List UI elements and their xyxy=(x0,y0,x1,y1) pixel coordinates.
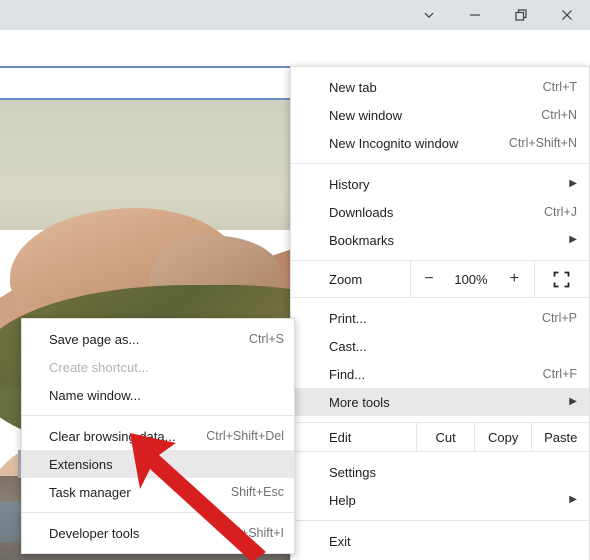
menu-item-label: Save page as... xyxy=(49,331,140,347)
chrome-main-menu: New tab Ctrl+T New window Ctrl+N New Inc… xyxy=(287,66,590,560)
zoom-out-button[interactable]: − xyxy=(410,260,447,298)
submenu-separator xyxy=(22,415,294,416)
close-icon[interactable] xyxy=(544,0,590,30)
paste-button[interactable]: Paste xyxy=(531,422,589,452)
tab-search-icon[interactable] xyxy=(406,0,452,30)
menu-item-accel: Ctrl+Shift+Del xyxy=(206,429,284,443)
menu-item-label: Task manager xyxy=(49,484,131,500)
menu-item-help[interactable]: Help ▶ xyxy=(291,486,589,514)
menu-item-accel: Ctrl+J xyxy=(544,205,577,219)
menu-item-accel: Ctrl+Shift+I xyxy=(221,526,284,540)
cut-button[interactable]: Cut xyxy=(416,422,474,452)
menu-item-new-incognito-window[interactable]: New Incognito window Ctrl+Shift+N xyxy=(291,129,589,157)
zoom-in-button[interactable]: + xyxy=(495,260,534,298)
menu-item-more-tools[interactable]: More tools ▶ xyxy=(287,388,589,416)
menu-item-label: Help xyxy=(329,492,356,508)
menu-item-label: Print... xyxy=(329,310,367,326)
menu-item-accel: Ctrl+S xyxy=(248,332,284,346)
menu-item-label: Bookmarks xyxy=(329,232,395,248)
menu-item-accel: Ctrl+P xyxy=(541,311,577,325)
menu-separator xyxy=(291,520,589,521)
menu-item-exit[interactable]: Exit xyxy=(291,527,589,555)
menu-separator xyxy=(291,163,589,164)
menu-item-new-tab[interactable]: New tab Ctrl+T xyxy=(291,73,589,101)
chevron-right-icon: ▶ xyxy=(569,234,577,245)
menu-item-print[interactable]: Print... Ctrl+P xyxy=(291,304,589,332)
menu-item-accel: Ctrl+F xyxy=(542,367,577,381)
menu-item-label: Extensions xyxy=(49,456,113,472)
submenu-separator xyxy=(22,512,294,513)
submenu-item-extensions[interactable]: Extensions xyxy=(18,450,294,478)
menu-item-label: Downloads xyxy=(329,204,394,220)
edit-row: Edit Cut Copy Paste xyxy=(291,422,589,452)
menu-item-find[interactable]: Find... Ctrl+F xyxy=(291,360,589,388)
zoom-row: Zoom − 100% + xyxy=(291,260,589,298)
chevron-right-icon: ▶ xyxy=(569,396,577,407)
menu-item-label: Cast... xyxy=(329,338,367,354)
zoom-label: Zoom xyxy=(329,271,363,287)
menu-item-label: Clear browsing data... xyxy=(49,428,176,444)
menu-item-history[interactable]: History ▶ xyxy=(291,170,589,198)
submenu-item-create-shortcut: Create shortcut... xyxy=(22,353,294,381)
menu-item-cast[interactable]: Cast... xyxy=(291,332,589,360)
copy-button[interactable]: Copy xyxy=(473,422,532,452)
title-bar xyxy=(0,0,590,30)
menu-item-settings[interactable]: Settings xyxy=(291,458,589,486)
more-tools-submenu: Save page as... Ctrl+S Create shortcut..… xyxy=(18,318,295,554)
menu-item-label: Exit xyxy=(329,533,351,549)
menu-item-label: Name window... xyxy=(49,387,141,403)
restore-icon[interactable] xyxy=(498,0,544,30)
chevron-right-icon: ▶ xyxy=(569,494,577,505)
browser-window: New tab Ctrl+T New window Ctrl+N New Inc… xyxy=(0,0,590,560)
menu-item-label: More tools xyxy=(329,394,390,410)
menu-item-label: Developer tools xyxy=(49,525,140,541)
menu-item-label: Create shortcut... xyxy=(49,359,149,375)
submenu-item-save-page-as[interactable]: Save page as... Ctrl+S xyxy=(22,325,294,353)
menu-item-label: History xyxy=(329,176,370,192)
menu-item-label: New window xyxy=(329,107,402,123)
submenu-item-name-window[interactable]: Name window... xyxy=(22,381,294,409)
menu-item-downloads[interactable]: Downloads Ctrl+J xyxy=(291,198,589,226)
window-controls xyxy=(406,0,590,30)
menu-item-accel: Ctrl+N xyxy=(541,108,577,122)
menu-item-accel: Shift+Esc xyxy=(230,485,284,499)
menu-item-accel: Ctrl+Shift+N xyxy=(508,136,577,150)
menu-spacer xyxy=(291,555,589,560)
menu-item-bookmarks[interactable]: Bookmarks ▶ xyxy=(291,226,589,254)
zoom-level-value: 100% xyxy=(454,271,488,287)
menu-item-new-window[interactable]: New window Ctrl+N xyxy=(291,101,589,129)
menu-item-label: New tab xyxy=(329,79,377,95)
minimize-icon[interactable] xyxy=(452,0,498,30)
submenu-item-task-manager[interactable]: Task manager Shift+Esc xyxy=(22,478,294,506)
menu-item-label: Find... xyxy=(329,366,366,382)
menu-item-label: Settings xyxy=(329,464,376,480)
menu-item-label: New Incognito window xyxy=(329,135,459,151)
fullscreen-icon[interactable] xyxy=(533,260,589,298)
edit-label: Edit xyxy=(329,429,352,445)
chevron-right-icon: ▶ xyxy=(569,178,577,189)
submenu-item-developer-tools[interactable]: Developer tools Ctrl+Shift+I xyxy=(22,519,294,547)
menu-item-accel: Ctrl+T xyxy=(542,80,577,94)
submenu-item-clear-browsing-data[interactable]: Clear browsing data... Ctrl+Shift+Del xyxy=(22,422,294,450)
